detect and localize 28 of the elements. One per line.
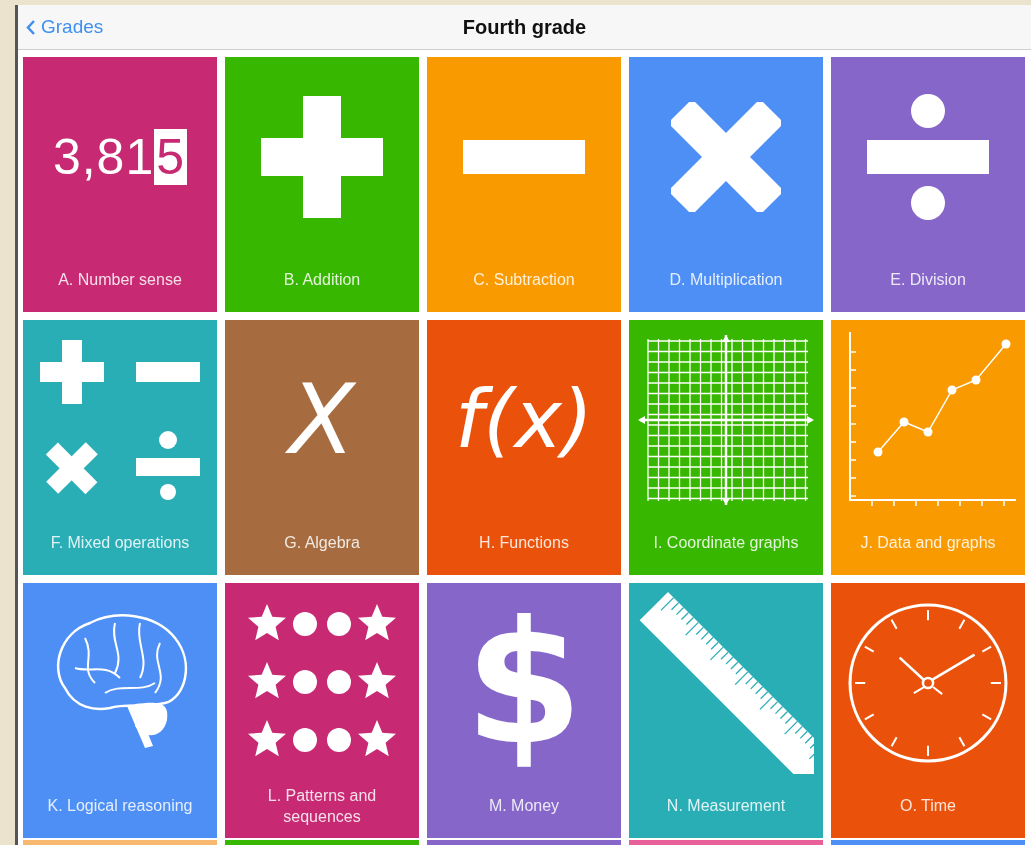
ruler-icon [638, 592, 814, 774]
operations-icon [40, 340, 200, 500]
topic-tile[interactable]: I. Coordinate graphs [629, 320, 823, 575]
topic-tile[interactable]: F. Mixed operations [23, 320, 217, 575]
number-display: 3,815 [52, 127, 188, 187]
topic-tile[interactable]: O. Time [831, 583, 1025, 838]
topic-tile[interactable]: J. Data and graphs [831, 320, 1025, 575]
chevron-icon [26, 18, 36, 36]
topic-tile[interactable]: E. Division [831, 57, 1025, 312]
topic-tile[interactable]: X G. Algebra [225, 320, 419, 575]
topic-tile[interactable]: B. Addition [225, 57, 419, 312]
divide-icon [867, 94, 989, 220]
topic-tile[interactable]: L. Patterns and sequences [225, 583, 419, 838]
topic-tile[interactable]: K. Logical reasoning [23, 583, 217, 838]
topic-tile[interactable]: 3,815 A. Number sense [23, 57, 217, 312]
minus-icon [463, 140, 585, 174]
back-button[interactable]: Grades [18, 16, 104, 38]
plus-icon [261, 96, 383, 218]
symbol-glyph: $ [464, 582, 584, 784]
symbol-glyph: f(x) [455, 372, 593, 468]
topic-tile[interactable]: C. Subtraction [427, 57, 621, 312]
clock-icon [847, 602, 1009, 764]
topic-tile[interactable]: f(x) H. Functions [427, 320, 621, 575]
topic-tile[interactable]: D. Multiplication [629, 57, 823, 312]
topic-tile[interactable]: N. Measurement [629, 583, 823, 838]
topic-tile[interactable]: $ M. Money [427, 583, 621, 838]
page-title: Fourth grade [462, 15, 587, 38]
coordinate-grid-icon [638, 335, 814, 505]
